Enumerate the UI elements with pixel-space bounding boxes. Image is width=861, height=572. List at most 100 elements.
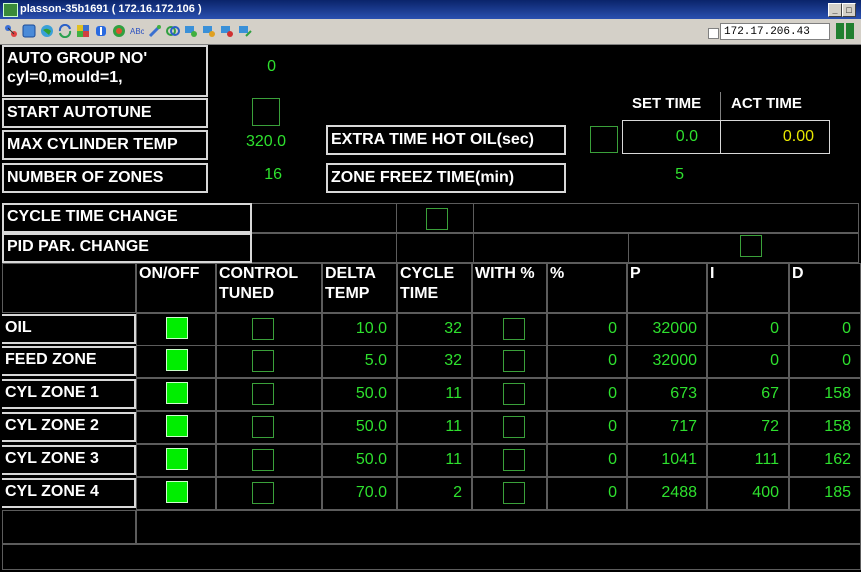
table-cell [2,510,136,544]
i-value[interactable]: 111 [707,451,779,469]
table-header-1: ON/OFF [139,265,200,282]
d-value[interactable]: 158 [789,418,851,436]
delta-temp-value[interactable]: 50.0 [322,385,387,403]
ip-checkbox[interactable] [708,28,719,39]
control-tuned-checkbox[interactable] [252,482,274,504]
table-header-4: CYCLE TIME [400,265,455,302]
with-percent-checkbox[interactable] [503,318,525,340]
number-of-zones-value[interactable]: 16 [250,166,282,184]
d-value[interactable]: 185 [789,484,851,502]
auto-group-label: AUTO GROUP NO' cyl=0,mould=1, [2,45,208,97]
minimize-button[interactable]: _ [828,3,842,17]
control-tuned-checkbox[interactable] [252,449,274,471]
delta-temp-value[interactable]: 50.0 [322,451,387,469]
connect-icon[interactable] [166,24,180,38]
pid-change-checkbox[interactable] [740,235,762,257]
globe-icon[interactable] [40,24,54,38]
zone-freez-time-value[interactable]: 5 [660,166,684,184]
table-cell [136,510,861,544]
screen-icon[interactable] [238,24,252,38]
control-tuned-checkbox[interactable] [252,416,274,438]
ip-address-field[interactable]: 172.17.206.43 [720,23,830,40]
percent-value[interactable]: 0 [547,320,617,338]
table-header-9: D [792,265,804,282]
percent-value[interactable]: 0 [547,418,617,436]
table-row-label: FEED ZONE [2,346,136,376]
network-icon[interactable] [4,24,18,38]
onoff-indicator[interactable] [166,415,188,437]
p-value[interactable]: 1041 [627,451,697,469]
percent-value[interactable]: 0 [547,352,617,370]
i-value[interactable]: 0 [707,320,779,338]
p-value[interactable]: 2488 [627,484,697,502]
chat-icon[interactable] [112,24,126,38]
control-tuned-checkbox[interactable] [252,383,274,405]
onoff-indicator[interactable] [166,382,188,404]
table-row-label: CYL ZONE 1 [2,379,136,409]
onoff-indicator[interactable] [166,481,188,503]
control-tuned-checkbox[interactable] [252,318,274,340]
d-value[interactable]: 0 [789,352,851,370]
cycle-time-value[interactable]: 2 [397,484,462,502]
extra-time-hot-oil-label: EXTRA TIME HOT OIL(sec) [326,125,566,155]
onoff-indicator[interactable] [166,349,188,371]
cycle-time-value[interactable]: 11 [397,418,462,436]
p-value[interactable]: 717 [627,418,697,436]
connect-status-icon[interactable] [836,23,844,39]
cycle-time-value[interactable]: 11 [397,385,462,403]
window-titlebar: plasson-35b1691 ( 172.16.172.106 ) _ □ [0,0,861,19]
auto-group-line1: AUTO GROUP NO' [7,50,148,67]
table-row-label: CYL ZONE 3 [2,445,136,475]
window-title: plasson-35b1691 ( 172.16.172.106 ) [20,3,202,15]
delta-temp-value[interactable]: 50.0 [322,418,387,436]
delta-temp-value[interactable]: 70.0 [322,484,387,502]
with-percent-checkbox[interactable] [503,416,525,438]
with-percent-checkbox[interactable] [503,482,525,504]
with-percent-checkbox[interactable] [503,449,525,471]
percent-value[interactable]: 0 [547,451,617,469]
cycle-time-value[interactable]: 32 [397,320,462,338]
d-value[interactable]: 162 [789,451,851,469]
book-icon[interactable] [94,24,108,38]
maximize-button[interactable]: □ [842,3,856,17]
colors-icon[interactable] [76,24,90,38]
screen-icon[interactable] [184,24,198,38]
start-autotune-checkbox[interactable] [252,98,280,126]
auto-group-value[interactable]: 0 [250,58,276,76]
refresh-icon[interactable] [58,24,72,38]
cycle-time-change-checkbox[interactable] [426,208,448,230]
act-time-value: 0.00 [782,128,814,145]
text-abc-icon[interactable]: ABc [130,24,144,38]
delta-temp-value[interactable]: 5.0 [322,352,387,370]
table-header-5: WITH % [475,265,535,282]
with-percent-checkbox[interactable] [503,383,525,405]
onoff-indicator[interactable] [166,448,188,470]
cycle-time-value[interactable]: 32 [397,352,462,370]
p-value[interactable]: 32000 [627,352,698,370]
with-percent-checkbox[interactable] [503,350,525,372]
cycle-time-value[interactable]: 11 [397,451,462,469]
d-value[interactable]: 0 [789,320,851,338]
set-time-value[interactable]: 0.0 [640,128,698,146]
percent-value[interactable]: 0 [547,385,617,403]
window-icon[interactable] [22,24,36,38]
connect-status-icon[interactable] [846,23,854,39]
i-value[interactable]: 72 [707,418,779,436]
max-cylinder-temp-value[interactable]: 320.0 [230,133,286,151]
tools-icon[interactable] [148,24,162,38]
auto-group-line2: cyl=0,mould=1, [7,69,123,86]
onoff-indicator[interactable] [166,317,188,339]
delta-temp-value[interactable]: 10.0 [322,320,387,338]
control-tuned-checkbox[interactable] [252,350,274,372]
p-value[interactable]: 32000 [627,320,698,338]
i-value[interactable]: 67 [707,385,779,403]
p-value[interactable]: 673 [627,385,697,403]
table-row-label: CYL ZONE 2 [2,412,136,442]
i-value[interactable]: 0 [707,352,779,370]
extra-time-checkbox[interactable] [590,126,618,153]
i-value[interactable]: 400 [707,484,779,502]
screen-icon[interactable] [202,24,216,38]
screen-icon[interactable] [220,24,234,38]
d-value[interactable]: 158 [789,385,851,403]
percent-value[interactable]: 0 [547,484,617,502]
